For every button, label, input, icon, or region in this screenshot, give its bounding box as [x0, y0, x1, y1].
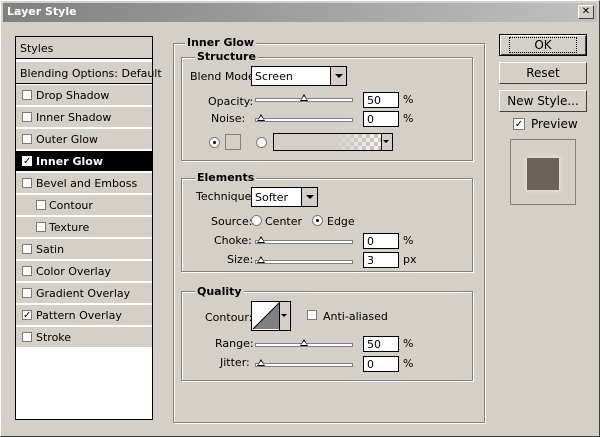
styles-list: Styles Blending Options: Default Drop Sh… — [15, 36, 162, 420]
jitter-unit: % — [403, 357, 414, 370]
source-center-label[interactable]: Center — [265, 215, 302, 228]
noise-unit: % — [403, 112, 414, 125]
opacity-label: Opacity: — [208, 95, 254, 108]
choke-unit: % — [403, 234, 414, 247]
range-label: Range: — [215, 337, 254, 350]
chevron-down-icon — [330, 67, 346, 85]
list-item-pattern-overlay[interactable]: ✓ Pattern Overlay — [16, 305, 152, 326]
technique-select[interactable]: Softer — [251, 187, 318, 207]
choke-field[interactable]: 0 — [363, 233, 399, 249]
list-item-texture[interactable]: Texture — [16, 217, 152, 238]
jitter-field[interactable]: 0 — [363, 356, 399, 372]
jitter-slider-thumb[interactable] — [257, 359, 265, 366]
contour-checkbox[interactable] — [36, 200, 46, 210]
source-edge-radio[interactable] — [312, 215, 323, 226]
elements-title: Elements — [195, 171, 257, 184]
structure-title: Structure — [195, 50, 258, 63]
opacity-slider-thumb[interactable] — [300, 94, 308, 101]
noise-field[interactable]: 0 — [363, 111, 399, 127]
drop-shadow-checkbox[interactable] — [22, 90, 32, 100]
blend-mode-label: Blend Mode: — [190, 70, 259, 83]
list-item-color-overlay[interactable]: Color Overlay — [16, 261, 152, 282]
range-field[interactable]: 50 — [363, 336, 399, 352]
range-unit: % — [403, 337, 414, 350]
bevel-emboss-checkbox[interactable] — [22, 178, 32, 188]
list-item-satin[interactable]: Satin — [16, 239, 152, 260]
choke-label: Choke: — [214, 234, 252, 247]
noise-slider-thumb[interactable] — [257, 114, 265, 121]
list-item-blending-options[interactable]: Blending Options: Default — [16, 62, 162, 84]
preview-swatch — [527, 158, 559, 190]
inner-glow-title: Inner Glow — [185, 36, 256, 49]
glow-color-swatch[interactable] — [225, 134, 241, 150]
choke-slider[interactable] — [255, 236, 353, 244]
list-item-bevel-emboss[interactable]: Bevel and Emboss — [16, 173, 152, 194]
list-item-drop-shadow[interactable]: Drop Shadow — [16, 85, 152, 106]
color-overlay-checkbox[interactable] — [22, 266, 32, 276]
jitter-label: Jitter: — [220, 356, 250, 369]
contour-label: Contour: — [205, 311, 253, 324]
anti-aliased-checkbox[interactable] — [307, 310, 317, 320]
preview-label[interactable]: Preview — [531, 117, 578, 131]
satin-checkbox[interactable] — [22, 244, 32, 254]
list-item-inner-glow[interactable]: ✓ Inner Glow — [16, 151, 152, 172]
reset-button[interactable]: Reset — [499, 62, 587, 84]
layer-style-dialog: Layer Style ✕ Styles Blending Options: D… — [0, 0, 600, 437]
size-field[interactable]: 3 — [363, 252, 399, 268]
outer-glow-checkbox[interactable] — [22, 134, 32, 144]
range-slider[interactable] — [255, 339, 353, 347]
opacity-field[interactable]: 50 — [363, 92, 399, 108]
pattern-overlay-checkbox[interactable]: ✓ — [22, 310, 32, 321]
size-slider[interactable] — [255, 256, 353, 264]
size-label: Size: — [227, 253, 254, 266]
stroke-checkbox[interactable] — [22, 332, 32, 342]
opacity-slider[interactable] — [255, 94, 353, 102]
size-slider-thumb[interactable] — [257, 256, 265, 263]
noise-label: Noise: — [211, 112, 246, 125]
close-icon[interactable]: ✕ — [578, 5, 594, 19]
source-center-radio[interactable] — [251, 215, 262, 226]
new-style-button[interactable]: New Style... — [499, 90, 587, 112]
list-item-styles[interactable]: Styles — [16, 37, 152, 59]
choke-slider-thumb[interactable] — [257, 236, 265, 243]
title-bar[interactable]: Layer Style ✕ — [3, 3, 597, 22]
list-item-contour[interactable]: Contour — [16, 195, 152, 216]
chevron-down-icon — [279, 302, 290, 330]
inner-shadow-checkbox[interactable] — [22, 112, 32, 122]
size-unit: px — [403, 253, 417, 266]
contour-picker[interactable] — [251, 301, 291, 331]
gradient-radio[interactable] — [256, 137, 267, 148]
chevron-down-icon — [381, 134, 392, 150]
quality-title: Quality — [195, 285, 244, 298]
list-item-stroke[interactable]: Stroke — [16, 327, 152, 348]
jitter-slider[interactable] — [255, 359, 353, 367]
window-title: Layer Style — [7, 5, 77, 18]
list-item-inner-shadow[interactable]: Inner Shadow — [16, 107, 152, 128]
range-slider-thumb[interactable] — [300, 339, 308, 346]
inner-glow-checkbox[interactable]: ✓ — [22, 156, 32, 167]
preview-checkbox[interactable]: ✓ — [513, 118, 525, 130]
list-item-outer-glow[interactable]: Outer Glow — [16, 129, 152, 150]
contour-curve-icon — [252, 302, 280, 330]
gradient-picker[interactable] — [273, 133, 393, 151]
source-label: Source: — [211, 215, 253, 228]
gradient-overlay-checkbox[interactable] — [22, 288, 32, 298]
chevron-down-icon — [301, 188, 317, 206]
technique-label: Technique: — [196, 190, 256, 203]
blend-mode-select[interactable]: Screen — [251, 66, 347, 86]
opacity-unit: % — [403, 93, 414, 106]
anti-aliased-label[interactable]: Anti-aliased — [323, 310, 388, 323]
texture-checkbox[interactable] — [36, 222, 46, 232]
solid-color-radio[interactable] — [209, 137, 220, 148]
source-edge-label[interactable]: Edge — [327, 215, 355, 228]
ok-button[interactable]: OK — [499, 34, 587, 56]
preview-thumbnail — [510, 139, 576, 205]
list-item-gradient-overlay[interactable]: Gradient Overlay — [16, 283, 152, 304]
noise-slider[interactable] — [255, 114, 353, 122]
